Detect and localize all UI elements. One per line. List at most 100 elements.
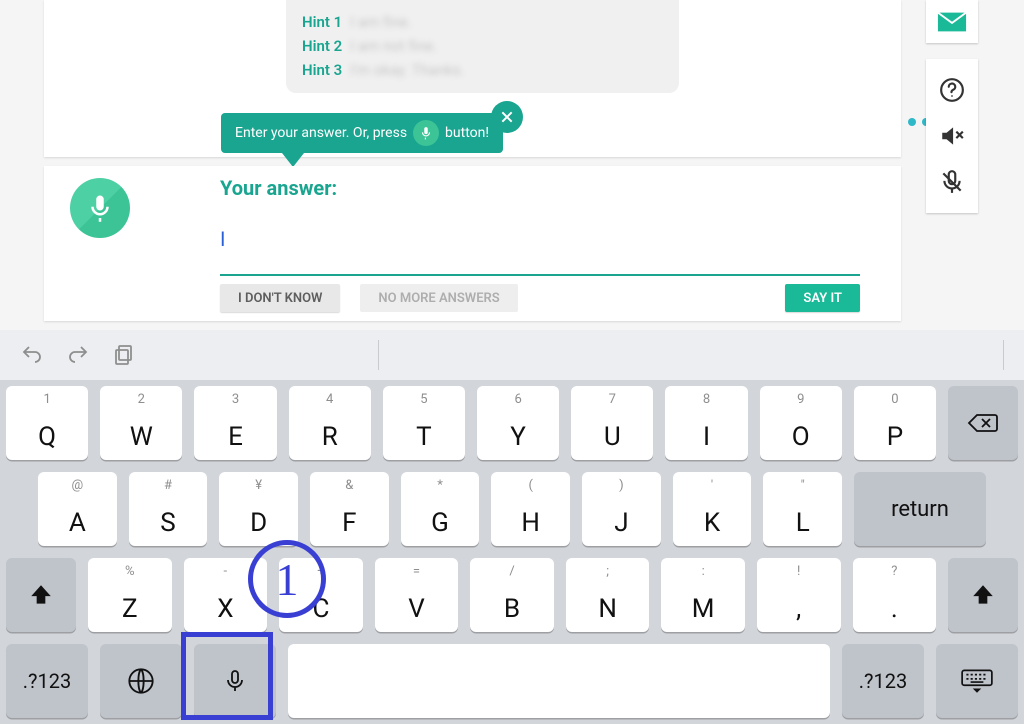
key-main: F bbox=[342, 508, 356, 538]
key-main: K bbox=[704, 508, 720, 538]
key-k[interactable]: 'K bbox=[673, 472, 752, 546]
key-c[interactable]: +C bbox=[279, 558, 363, 632]
key-x[interactable]: -X bbox=[184, 558, 268, 632]
hide-keyboard-key[interactable] bbox=[936, 644, 1018, 718]
key-g[interactable]: *G bbox=[401, 472, 480, 546]
key-main: N bbox=[598, 594, 617, 624]
key-main: T bbox=[416, 422, 432, 452]
mute-sound-button[interactable] bbox=[926, 113, 978, 159]
shift-key-right[interactable] bbox=[948, 558, 1018, 632]
key-f[interactable]: &F bbox=[310, 472, 389, 546]
key-.[interactable]: ?. bbox=[853, 558, 937, 632]
hint-1-label: Hint 1 bbox=[302, 13, 342, 31]
hint-3-text: I'm okay. Thanks. bbox=[350, 61, 464, 79]
key-r[interactable]: 4R bbox=[289, 386, 371, 460]
mail-button[interactable] bbox=[926, 0, 978, 43]
shift-key-left[interactable] bbox=[6, 558, 76, 632]
i-dont-know-button[interactable]: I DON'T KNOW bbox=[220, 284, 340, 312]
answer-input[interactable] bbox=[220, 204, 860, 274]
number-switch-key-right[interactable]: .?123 bbox=[842, 644, 924, 718]
key-secondary: : bbox=[702, 564, 705, 579]
key-main: L bbox=[796, 508, 810, 538]
key-d[interactable]: ¥D bbox=[219, 472, 298, 546]
key-i[interactable]: 8I bbox=[665, 386, 747, 460]
key-secondary: / bbox=[509, 564, 514, 579]
key-main: H bbox=[521, 508, 540, 538]
return-key[interactable]: return bbox=[854, 472, 986, 546]
on-screen-keyboard: 1Q2W3E4R5T6Y7U8I9O0P @A#S¥D&F*G(H)J'K"L … bbox=[0, 330, 1024, 724]
volume-mute-icon bbox=[939, 123, 965, 149]
key-y[interactable]: 6Y bbox=[477, 386, 559, 460]
key-main: P bbox=[887, 422, 903, 452]
hint-2-text: I am not fine. bbox=[350, 37, 437, 55]
copy-icon bbox=[112, 343, 136, 367]
key-main: U bbox=[604, 422, 621, 452]
key-secondary: ; bbox=[606, 564, 609, 579]
key-w[interactable]: 2W bbox=[100, 386, 182, 460]
keyboard-hide-icon bbox=[960, 668, 994, 694]
hint-3-label: Hint 3 bbox=[302, 61, 342, 79]
redo-icon bbox=[66, 343, 90, 367]
key-,[interactable]: !, bbox=[757, 558, 841, 632]
dictation-key[interactable] bbox=[194, 644, 276, 718]
key-main: R bbox=[322, 422, 338, 452]
key-m[interactable]: :M bbox=[661, 558, 745, 632]
undo-button[interactable] bbox=[20, 343, 44, 367]
undo-icon bbox=[20, 343, 44, 367]
key-p[interactable]: 0P bbox=[854, 386, 936, 460]
space-key[interactable] bbox=[288, 644, 830, 718]
microphone-icon bbox=[413, 120, 439, 146]
backspace-key[interactable] bbox=[948, 386, 1018, 460]
key-a[interactable]: @A bbox=[38, 472, 117, 546]
microphone-icon bbox=[85, 193, 115, 223]
no-more-answers-button[interactable]: NO MORE ANSWERS bbox=[360, 284, 517, 312]
key-main: V bbox=[408, 594, 425, 624]
microphone-icon bbox=[223, 669, 247, 693]
key-secondary: & bbox=[345, 478, 353, 493]
clipboard-button[interactable] bbox=[112, 343, 136, 367]
key-main: , bbox=[796, 594, 801, 624]
voice-badge[interactable] bbox=[70, 178, 130, 238]
key-h[interactable]: (H bbox=[491, 472, 570, 546]
key-j[interactable]: )J bbox=[582, 472, 661, 546]
key-v[interactable]: =V bbox=[375, 558, 459, 632]
shift-icon bbox=[970, 582, 996, 608]
key-secondary: " bbox=[801, 478, 805, 493]
globe-key[interactable] bbox=[100, 644, 182, 718]
key-q[interactable]: 1Q bbox=[6, 386, 88, 460]
number-switch-key-left[interactable]: .?123 bbox=[6, 644, 88, 718]
key-secondary: * bbox=[437, 478, 443, 493]
key-secondary: 0 bbox=[891, 392, 898, 407]
key-l[interactable]: "L bbox=[763, 472, 842, 546]
key-main: I bbox=[703, 422, 710, 452]
key-main: D bbox=[250, 508, 267, 538]
key-main: G bbox=[431, 508, 449, 538]
key-t[interactable]: 5T bbox=[383, 386, 465, 460]
key-secondary: ? bbox=[891, 564, 897, 579]
key-secondary: ! bbox=[797, 564, 800, 579]
key-u[interactable]: 7U bbox=[571, 386, 653, 460]
key-secondary: 2 bbox=[138, 392, 145, 407]
say-it-button[interactable]: SAY IT bbox=[785, 284, 860, 312]
key-secondary: 3 bbox=[232, 392, 239, 407]
key-main: E bbox=[228, 422, 243, 452]
key-s[interactable]: #S bbox=[129, 472, 208, 546]
mute-mic-button[interactable] bbox=[926, 159, 978, 205]
redo-button[interactable] bbox=[66, 343, 90, 367]
key-main: Q bbox=[38, 422, 56, 452]
tooltip-text-post: button! bbox=[445, 125, 489, 141]
key-n[interactable]: ;N bbox=[566, 558, 650, 632]
key-main: C bbox=[312, 594, 329, 624]
key-secondary: 7 bbox=[609, 392, 616, 407]
key-secondary: 5 bbox=[420, 392, 427, 407]
key-secondary: = bbox=[413, 564, 420, 579]
tooltip-close-button[interactable] bbox=[491, 101, 523, 133]
key-z[interactable]: %Z bbox=[88, 558, 172, 632]
key-o[interactable]: 9O bbox=[760, 386, 842, 460]
key-e[interactable]: 3E bbox=[194, 386, 276, 460]
key-main: A bbox=[69, 508, 86, 538]
key-secondary: ( bbox=[528, 478, 532, 493]
key-b[interactable]: /B bbox=[470, 558, 554, 632]
help-button[interactable] bbox=[926, 67, 978, 113]
key-main: . bbox=[891, 594, 898, 624]
